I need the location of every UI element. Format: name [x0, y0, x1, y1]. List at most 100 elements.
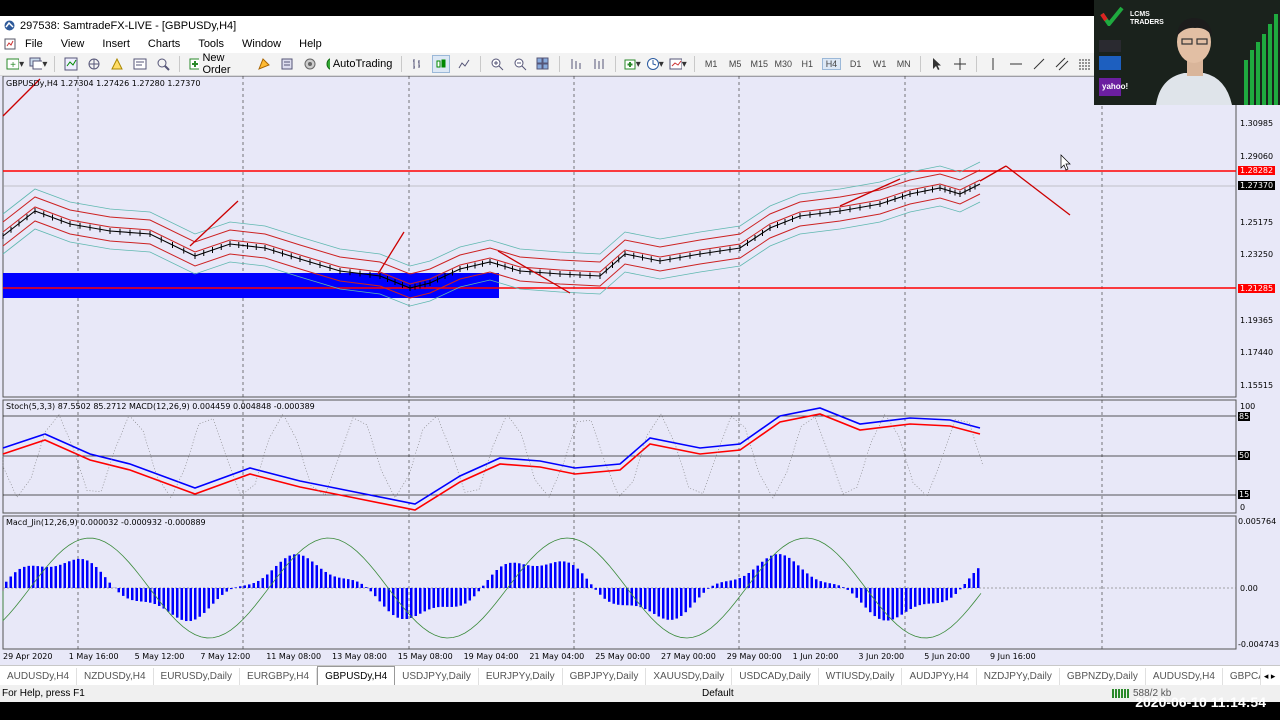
timeframe-w1[interactable]: W1: [870, 59, 889, 69]
chart-canvas[interactable]: 29 Apr 2020 1 May 16:00 5 May 12:00 7 May 1…: [0, 76, 1280, 665]
crosshair-icon[interactable]: [951, 55, 969, 73]
status-bar: For Help, press F1 Default 588/2 kb: [0, 685, 1280, 702]
macd-histogram-bar: [851, 588, 854, 594]
tab-gbpjpyy-daily[interactable]: GBPJPYy,Daily: [563, 668, 647, 685]
timeframe-mn[interactable]: MN: [894, 59, 913, 69]
macd-histogram-bar: [495, 569, 498, 588]
timeframe-h1[interactable]: H1: [798, 59, 817, 69]
macd-histogram-bar: [131, 588, 134, 601]
fibonacci-icon[interactable]: [1076, 55, 1094, 73]
macd-histogram-bar: [581, 573, 584, 588]
tab-usdcady-daily[interactable]: USDCADy,Daily: [732, 668, 819, 685]
trend-drawing: [189, 200, 239, 247]
tile-windows-icon[interactable]: [534, 55, 552, 73]
tab-eurjpyy-daily[interactable]: EURJPYy,Daily: [479, 668, 563, 685]
menu-help[interactable]: Help: [290, 38, 331, 50]
toolbar-separator: [179, 56, 181, 72]
macd-histogram-bar: [135, 588, 138, 601]
terminal-icon[interactable]: [131, 55, 149, 73]
menu-tools[interactable]: Tools: [189, 38, 233, 50]
new-order-button[interactable]: New Order: [187, 52, 250, 76]
tab-audusdy-h4-2[interactable]: AUDUSDy,H4: [1146, 668, 1223, 685]
signals-icon[interactable]: [301, 55, 319, 73]
tab-eurusdy-daily[interactable]: EURUSDy,Daily: [154, 668, 241, 685]
trade-history-icon[interactable]: [278, 55, 296, 73]
candlestick-icon[interactable]: [432, 55, 451, 73]
data-window-icon[interactable]: [85, 55, 103, 73]
menu-insert[interactable]: Insert: [93, 38, 139, 50]
macd-histogram-bar: [702, 588, 705, 593]
macd-histogram-bar: [239, 586, 242, 588]
chart-window[interactable]: 29 Apr 2020 1 May 16:00 5 May 12:00 7 May 1…: [0, 76, 1280, 665]
macd-histogram-bar: [104, 577, 107, 588]
macd-histogram-bar: [729, 580, 732, 588]
zoom-out-icon[interactable]: [511, 55, 529, 73]
macd-histogram-bar: [828, 583, 831, 588]
macd-histogram-bar: [266, 574, 269, 588]
macd-histogram-bar: [743, 575, 746, 588]
indicators-icon[interactable]: ▾: [623, 55, 641, 73]
chart-shift-icon[interactable]: [590, 55, 608, 73]
tab-eurgbpy-h4[interactable]: EURGBPy,H4: [240, 668, 318, 685]
market-watch-icon[interactable]: [62, 55, 80, 73]
timeframe-m30[interactable]: M30: [774, 59, 793, 69]
stoch-level-50: 50: [1238, 451, 1251, 460]
macd-histogram-bar: [824, 582, 827, 588]
macd-histogram-bar: [248, 584, 251, 588]
strategy-tester-icon[interactable]: [154, 55, 172, 73]
timeframe-d1[interactable]: D1: [846, 59, 865, 69]
tab-usdjpyy-daily[interactable]: USDJPYy,Daily: [395, 668, 479, 685]
tab-wtiusdy-daily[interactable]: WTIUSDy,Daily: [819, 668, 903, 685]
macd-histogram-bar: [455, 588, 458, 607]
menu-window[interactable]: Window: [233, 38, 290, 50]
new-chart-icon[interactable]: + ▾: [6, 55, 24, 73]
toolbar: + ▾ ▾ New Order AutoTrading ▾ ▾ ▾ M1 M5 M…: [0, 52, 1094, 76]
periods-icon[interactable]: ▾: [646, 55, 664, 73]
tab-xauusdy-daily[interactable]: XAUUSDy,Daily: [646, 668, 733, 685]
horizontal-line-icon[interactable]: [1007, 55, 1025, 73]
cursor-icon[interactable]: [928, 55, 946, 73]
macd-histogram-bar: [5, 581, 8, 588]
menu-charts[interactable]: Charts: [139, 38, 189, 50]
line-chart-icon[interactable]: [455, 55, 473, 73]
tab-audjpyy-h4[interactable]: AUDJPYy,H4: [902, 668, 977, 685]
macd-histogram-bar: [482, 585, 485, 588]
macd-histogram-bar: [896, 588, 899, 618]
macd-histogram-bar: [207, 588, 210, 609]
vertical-line-icon[interactable]: [984, 55, 1002, 73]
autotrading-button[interactable]: AutoTrading: [324, 55, 394, 73]
zoom-in-icon[interactable]: [488, 55, 506, 73]
tab-gbpnzdy-daily[interactable]: GBPNZDy,Daily: [1060, 668, 1146, 685]
macd-histogram-bar: [797, 565, 800, 588]
bar-chart-icon[interactable]: [409, 55, 427, 73]
menu-view[interactable]: View: [52, 38, 94, 50]
tab-nzdusdy-h4[interactable]: NZDUSDy,H4: [77, 668, 154, 685]
new-order-icon: [189, 58, 200, 70]
channel-icon[interactable]: [1053, 55, 1071, 73]
macd-histogram-bar: [531, 565, 534, 588]
menu-file[interactable]: File: [16, 38, 52, 50]
navigator-icon[interactable]: [108, 55, 126, 73]
macd-histogram-bar: [203, 588, 206, 613]
macd-histogram-bar: [189, 588, 192, 621]
macd-histogram-bar: [500, 566, 503, 588]
timeframe-h4[interactable]: H4: [821, 58, 842, 70]
macd-histogram-bar: [167, 588, 170, 612]
macd-histogram-bar: [927, 588, 930, 604]
profiles-icon[interactable]: ▾: [29, 55, 47, 73]
resistance-price-tag: 1.28282: [1238, 166, 1276, 175]
timeframe-m1[interactable]: M1: [702, 59, 721, 69]
timeframe-m15[interactable]: M15: [750, 59, 769, 69]
tab-gbpca[interactable]: GBPCA: [1223, 668, 1261, 685]
tab-gbpusdy-h4[interactable]: GBPUSDy,H4: [317, 666, 396, 685]
tab-audusdy-h4[interactable]: AUDUSDy,H4: [0, 668, 78, 685]
tabs-scroll-arrows[interactable]: ◂ ▸: [1261, 668, 1279, 685]
metaeditor-icon[interactable]: [255, 55, 273, 73]
timeframe-m5[interactable]: M5: [726, 59, 745, 69]
tab-nzdjpyy-daily[interactable]: NZDJPYy,Daily: [977, 668, 1060, 685]
trendline-icon[interactable]: [1030, 55, 1048, 73]
chart-tabs: AUDUSDy,H4 NZDUSDy,H4 EURUSDy,Daily EURG…: [0, 665, 1280, 685]
macd-histogram-bar: [81, 559, 84, 588]
auto-scroll-icon[interactable]: [567, 55, 585, 73]
templates-icon[interactable]: ▾: [669, 55, 687, 73]
